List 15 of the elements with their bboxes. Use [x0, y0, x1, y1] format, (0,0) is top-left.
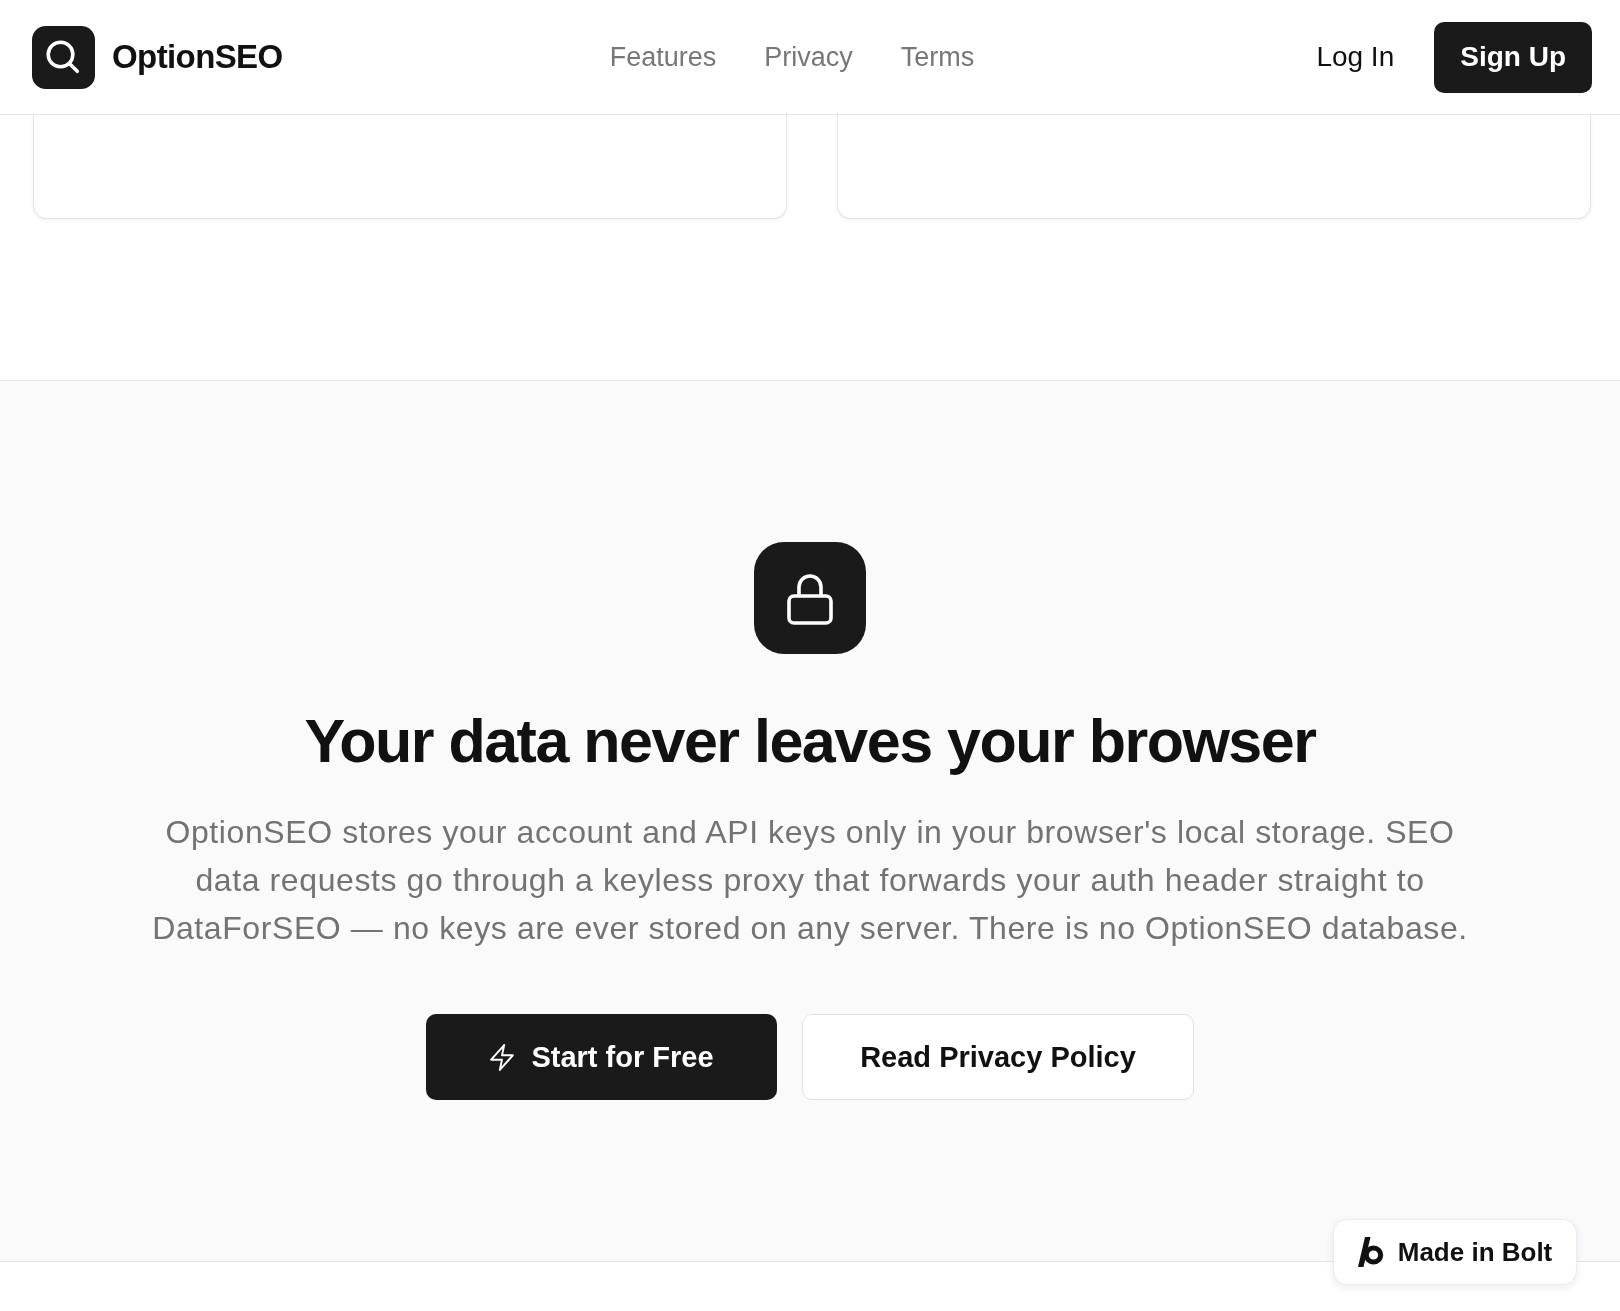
- made-in-bolt-badge[interactable]: Made in Bolt: [1333, 1219, 1577, 1285]
- search-icon[interactable]: [32, 25, 95, 89]
- logo-icon: [1357, 1237, 1384, 1267]
- privacy-policy-button[interactable]: Read Privacy Policy: [802, 1014, 1194, 1100]
- nav-link[interactable]: Features: [609, 41, 717, 73]
- nav-link[interactable]: Privacy: [764, 41, 853, 73]
- nav-link[interactable]: Terms: [900, 41, 975, 73]
- lightning-icon: [489, 1042, 516, 1072]
- brand-link[interactable]: OptionSEO: [112, 38, 283, 76]
- lock-icon: [754, 542, 866, 654]
- start-free-button[interactable]: Start for Free: [426, 1014, 777, 1100]
- signup-button[interactable]: Sign Up: [1434, 21, 1592, 93]
- section-description: OptionSEO stores your account and API keys only in your browser's local storage. SEO data requests go through a keyless proxy that forwards your auth header straight to DataForSEO — no keys are ever stored on any server. There is no OptionSEO database.: [151, 813, 1469, 948]
- login-link[interactable]: Log In: [1316, 41, 1395, 73]
- section-heading: Your data never leaves your browser: [304, 706, 1316, 776]
